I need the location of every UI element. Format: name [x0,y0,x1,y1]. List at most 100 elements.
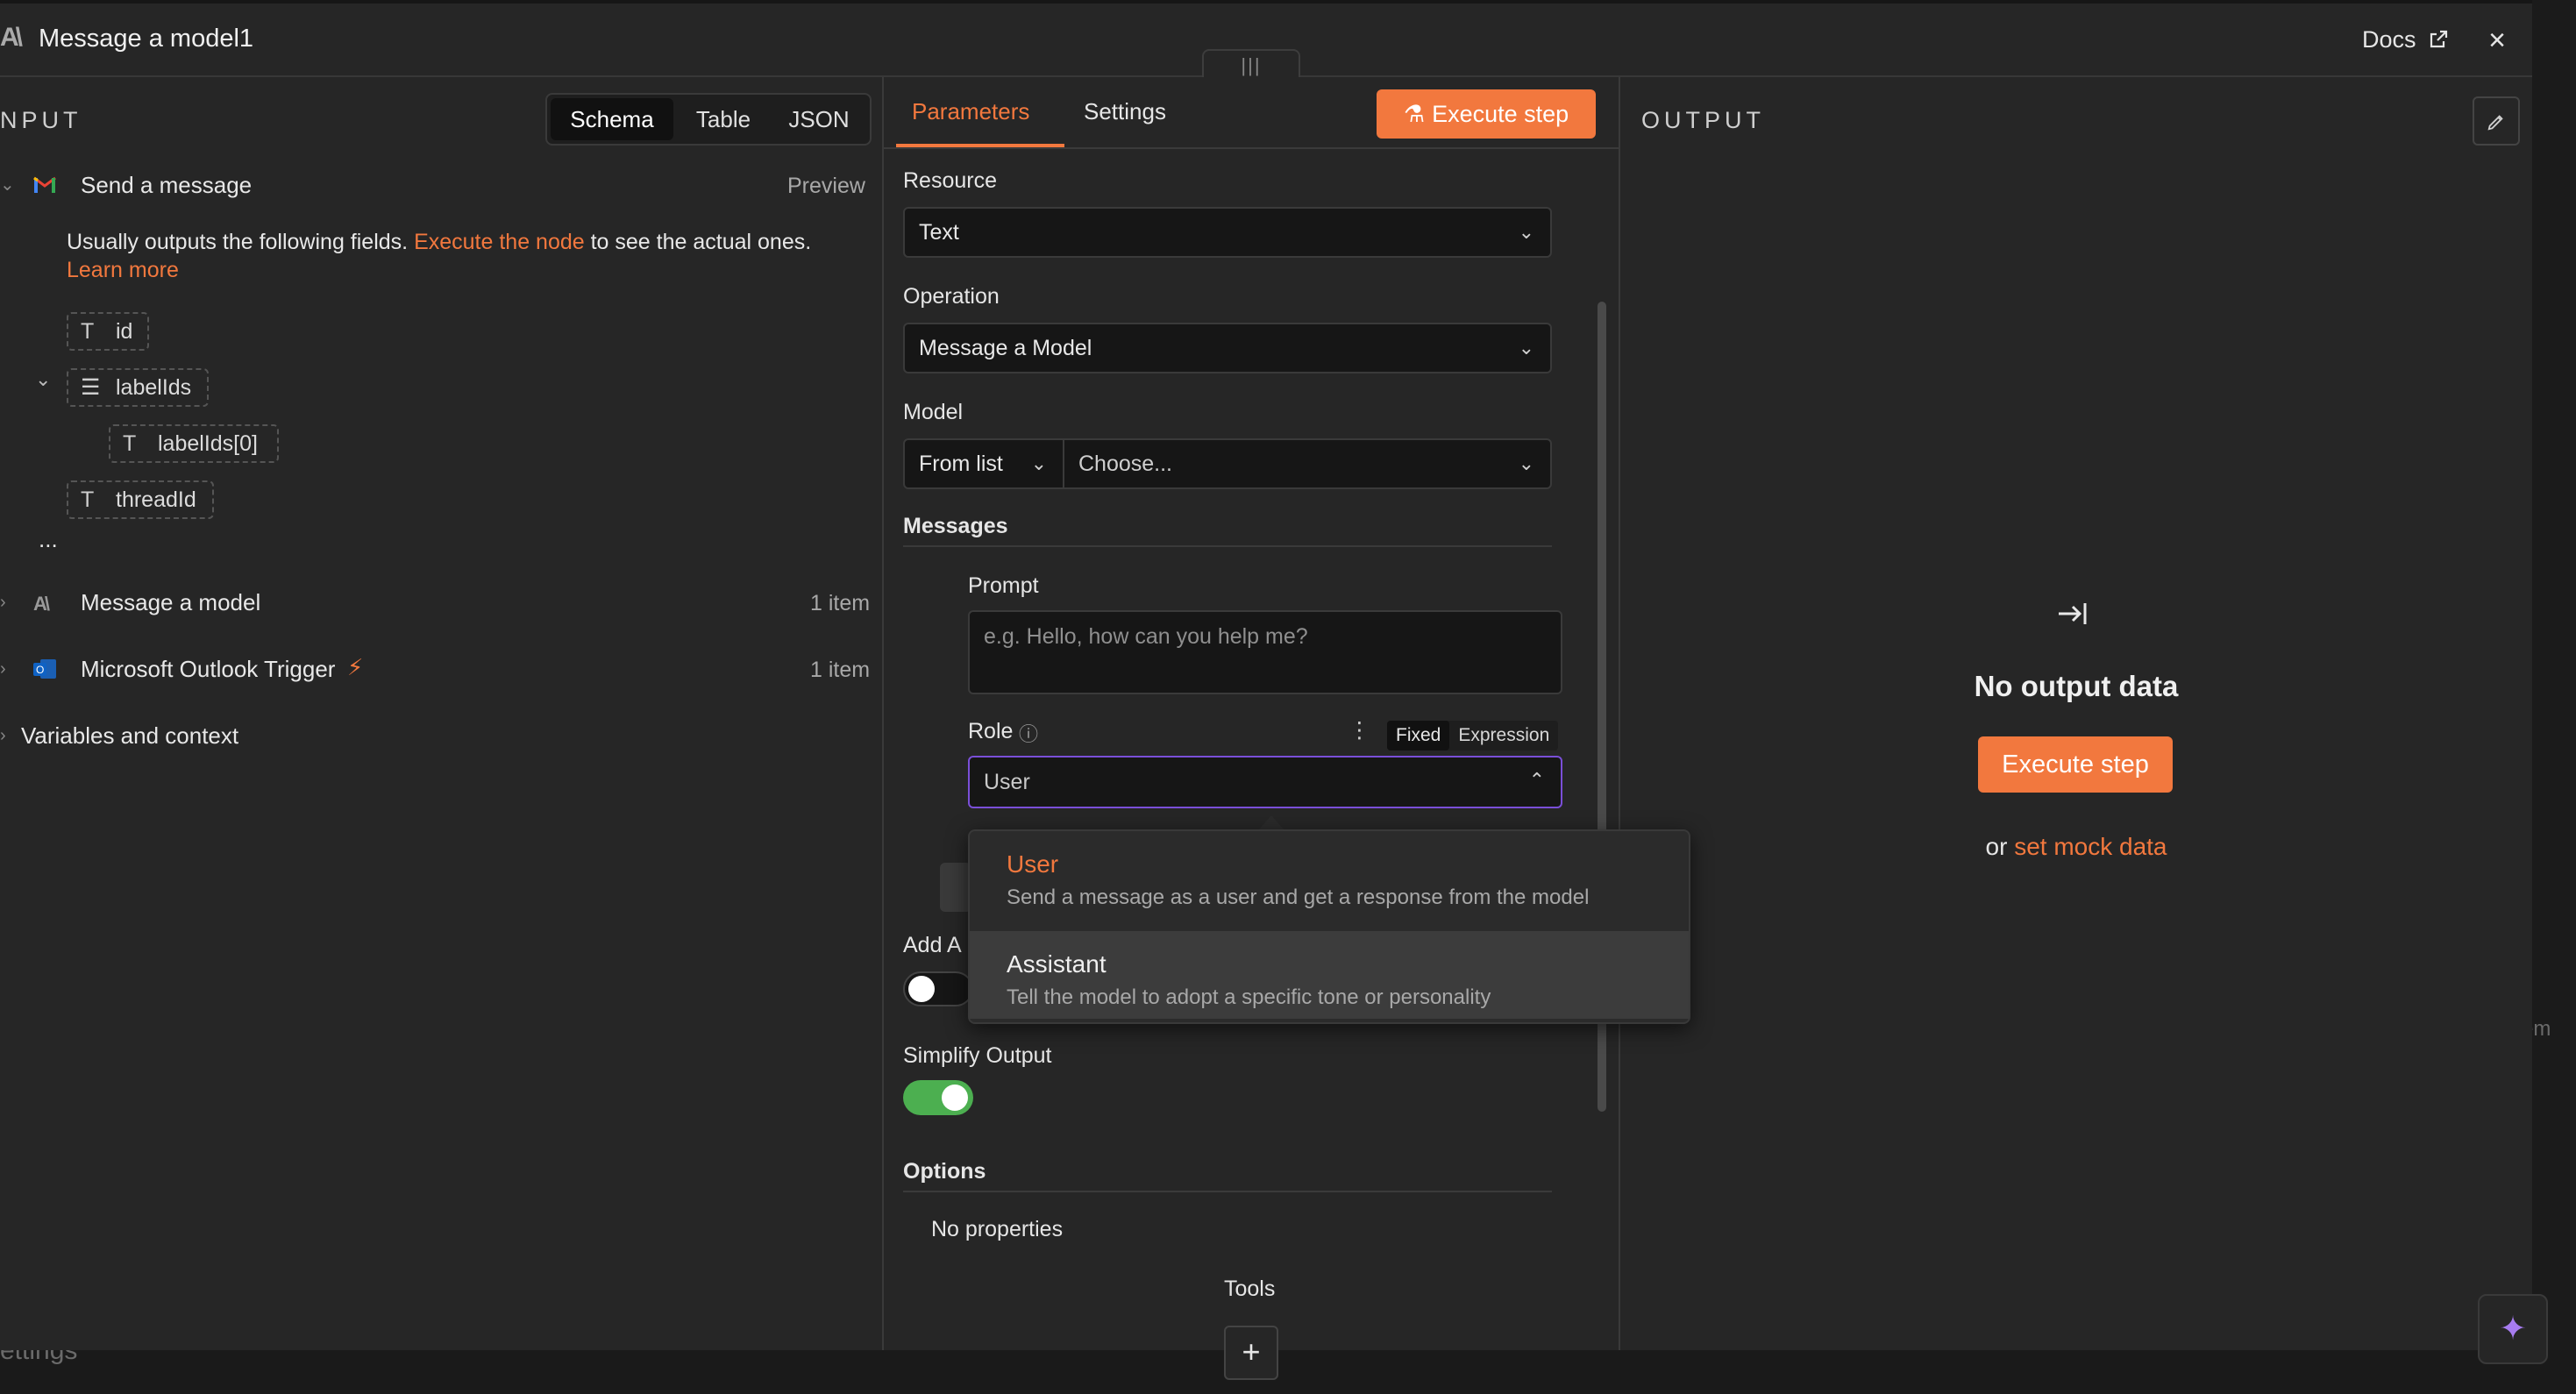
external-link-icon [2430,30,2448,48]
collapsed-button[interactable] [940,863,971,912]
tools-label: Tools [1224,1277,1276,1301]
preview-label[interactable]: Preview [787,174,865,199]
variables-and-context[interactable]: Variables and context [21,722,238,750]
role-dropdown: User Send a message as a user and get a … [968,829,1690,1024]
prompt-textarea[interactable]: e.g. Hello, how can you help me? [968,610,1562,694]
docs-label: Docs [2362,26,2416,53]
anthropic-icon: A\ [33,593,50,615]
add-toggle[interactable] [903,971,973,1006]
options-divider [903,1191,1552,1192]
output-panel: OUTPUT No output data Execute step or se… [1620,77,2532,1350]
more-fields[interactable]: ... [39,526,58,553]
model-choose-select[interactable]: Choose... ⌄ [1063,438,1552,489]
chevron-up-icon: ⌃ [1528,769,1545,791]
execute-step-label: Execute step [1432,101,1569,127]
gmail-icon [33,174,56,201]
toggle-knob [908,976,935,1002]
canvas-right-strip [2532,0,2576,1394]
pencil-icon [2487,115,2503,131]
role-select[interactable]: User ⌃ [968,756,1562,808]
text-type-icon: T [123,431,137,456]
chevron-right-icon[interactable]: › [0,726,6,746]
no-output-title: No output data [1974,670,2179,702]
role-value: User [984,770,1030,794]
tab-settings[interactable]: Settings [1084,98,1166,125]
messages-divider [903,545,1552,547]
chevron-down-icon: ⌄ [1518,452,1534,474]
svg-text:O: O [36,664,44,676]
field-threadid[interactable]: TthreadId [67,480,214,519]
table-view-button[interactable]: Table [679,98,768,140]
close-button[interactable]: × [2478,21,2516,60]
field-labelids-label: labelIds [116,375,192,400]
learn-more-link[interactable]: Learn more [67,258,179,282]
role-option-assistant[interactable]: Assistant Tell the model to adopt a spec… [970,931,1689,1019]
chevron-right-icon[interactable]: › [0,659,6,679]
add-attachments-label: Add A [903,933,962,957]
model-choose-placeholder: Choose... [1078,452,1173,476]
fixed-mode-button[interactable]: Fixed [1387,721,1450,750]
node-send-message[interactable]: Send a message [81,172,252,199]
options-label: Options [903,1159,986,1184]
field-labelids-0[interactable]: TlabelIds[0] [109,424,279,463]
schema-view-button[interactable]: Schema [551,98,673,140]
chevron-down-icon: ⌄ [1030,452,1047,474]
ai-assistant-button[interactable]: ✦ [2478,1294,2548,1364]
trigger-bolt-icon: ⚡ [347,654,364,680]
chevron-down-icon[interactable]: ⌄ [0,174,15,196]
output-heading: OUTPUT [1641,107,1765,133]
role-label: Role [968,719,1014,743]
simplify-output-label: Simplify Output [903,1043,1052,1068]
field-id-label: id [116,319,133,344]
chevron-down-icon[interactable]: ⌄ [35,368,51,391]
operation-label: Operation [903,284,1000,309]
node-message-model[interactable]: Message a model [81,589,260,616]
field-id[interactable]: Tid [67,312,149,351]
execute-step-button[interactable]: ⚗ Execute step [1377,89,1596,139]
list-type-icon: ☰ [81,375,101,400]
json-view-button[interactable]: JSON [772,98,866,140]
fixed-expression-toggle: Fixed Expression [1387,721,1559,750]
mock-data-line: or set mock data [1620,833,2532,861]
node-modal: A\ Message a model1 Docs × ||| NPUT Sche… [0,4,2532,1350]
params-tabbar: Parameters Settings ⚗ Execute step [884,77,1619,149]
sparkle-icon: ✦ [2499,1311,2527,1348]
hint-text-post: to see the actual ones. [590,230,812,254]
resource-value: Text [919,220,959,245]
field-labelids0-label: labelIds[0] [158,431,258,456]
option-description: Tell the model to adopt a specific tone … [1007,985,1491,1009]
add-tool-button[interactable]: + [1224,1326,1278,1380]
outlook-icon: O [32,656,58,688]
resource-select[interactable]: Text ⌄ [903,207,1552,258]
execute-node-link[interactable]: Execute the node [414,230,585,254]
active-tab-indicator [896,144,1064,147]
operation-select[interactable]: Message a Model ⌄ [903,323,1552,373]
set-mock-data-link[interactable]: set mock data [2014,833,2167,860]
node-message-model-count: 1 item [810,591,871,615]
drag-handle[interactable]: ||| [1202,49,1300,79]
prompt-placeholder: e.g. Hello, how can you help me? [984,624,1308,649]
node-outlook-trigger[interactable]: Microsoft Outlook Trigger [81,656,335,683]
docs-link[interactable]: Docs [2362,26,2449,53]
field-threadid-label: threadId [116,487,196,512]
modal-title[interactable]: Message a model1 [39,25,253,53]
help-icon[interactable]: ⓘ [1019,719,1038,747]
tab-parameters[interactable]: Parameters [912,98,1029,125]
text-type-icon: T [81,487,95,512]
expression-mode-button[interactable]: Expression [1449,721,1558,750]
execute-step-output-button[interactable]: Execute step [1978,736,2173,793]
option-description: Send a message as a user and get a respo… [1007,885,1590,909]
field-labelids[interactable]: ☰ labelIds [67,368,209,407]
dropdown-caret [1259,815,1284,829]
operation-value: Message a Model [919,336,1092,360]
model-mode-value: From list [919,452,1003,476]
more-options-icon[interactable]: ⋮ [1348,717,1370,743]
chevron-down-icon: ⌄ [1518,221,1534,243]
parameters-panel: Parameters Settings ⚗ Execute step Resour… [884,77,1619,1350]
edit-output-button[interactable] [2473,96,2520,146]
chevron-right-icon[interactable]: › [0,593,6,613]
role-option-user[interactable]: User Send a message as a user and get a … [970,831,1689,919]
hint-text-pre: Usually outputs the following fields. [67,230,409,254]
simplify-output-toggle[interactable] [903,1080,973,1115]
model-mode-select[interactable]: From list ⌄ [903,438,1064,489]
